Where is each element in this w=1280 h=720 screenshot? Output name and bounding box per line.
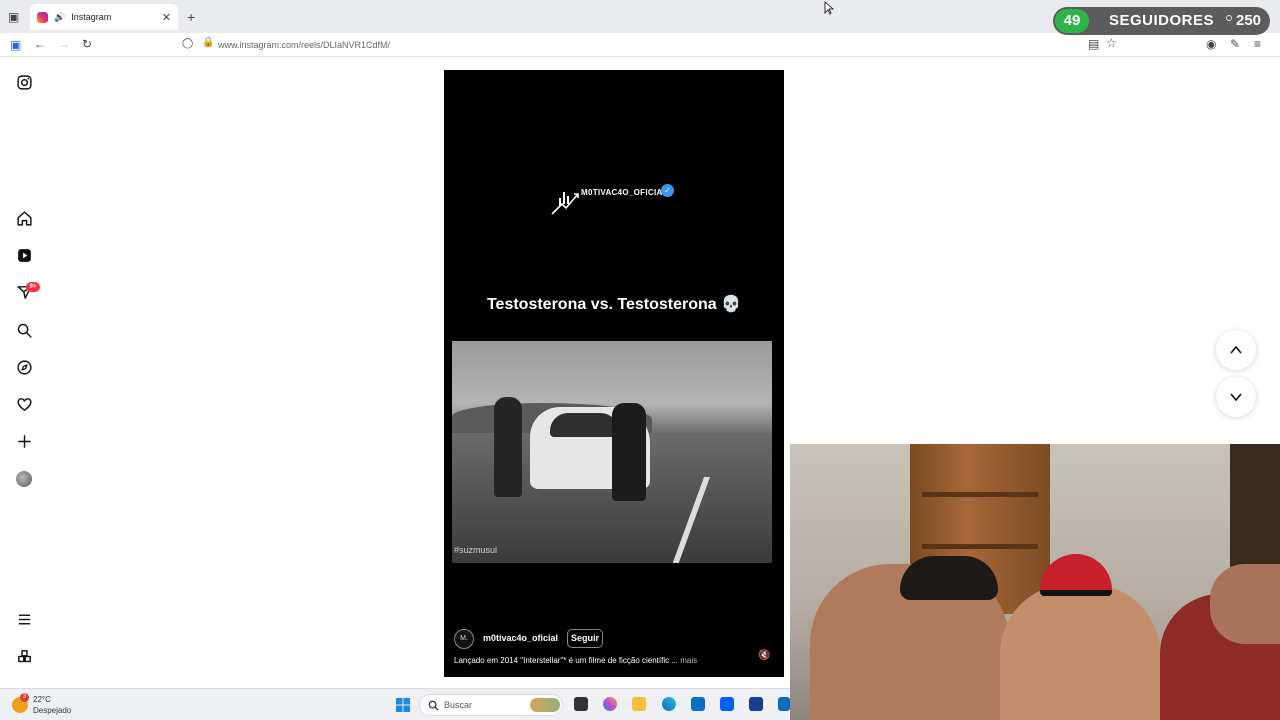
tab-actions-icon[interactable]: ▣: [8, 11, 19, 23]
back-icon[interactable]: ←: [34, 38, 46, 50]
create-icon[interactable]: [14, 431, 34, 451]
follow-button[interactable]: Seguir: [567, 629, 603, 648]
search-placeholder: Buscar: [444, 700, 473, 710]
chevron-down-icon: [1230, 393, 1242, 402]
speaker-icon[interactable]: 🔊: [54, 12, 65, 23]
webcam-person-right-face: [1210, 564, 1280, 644]
profile-icon[interactable]: ◉: [1206, 38, 1216, 50]
followers-count: 49: [1055, 9, 1089, 33]
reel-title: Testosterona vs. Testosterona 💀: [486, 296, 742, 313]
file-explorer-icon[interactable]: [632, 697, 646, 711]
install-app-icon[interactable]: ▤: [1088, 38, 1099, 50]
video-person-right: [612, 403, 646, 501]
dropbox-icon[interactable]: [720, 697, 734, 711]
followers-goal: 250: [1236, 12, 1262, 29]
taskbar-search-input[interactable]: Buscar: [419, 694, 563, 716]
next-reel-button[interactable]: [1216, 377, 1256, 417]
heart-icon[interactable]: [14, 394, 34, 414]
windows-taskbar: 3 22°C Despejado Buscar: [0, 688, 790, 720]
windows-start-icon[interactable]: [396, 698, 410, 712]
address-bar: ▣ ← → ↻ ◯ 🔒 www.instagram.com/reels/DLIa…: [0, 33, 1280, 57]
webcam-overlay: [790, 444, 1280, 720]
instagram-icon[interactable]: [14, 72, 34, 92]
video-car-window: [550, 413, 620, 437]
verified-icon: ✓: [661, 184, 674, 197]
explore-icon[interactable]: [14, 357, 34, 377]
search-icon[interactable]: [14, 320, 34, 340]
mute-icon[interactable]: 🔇: [758, 650, 770, 661]
tab-instagram[interactable]: 🔊 Instagram ✕: [30, 4, 178, 30]
shield-icon[interactable]: ◯: [182, 39, 193, 49]
reel-video-frame[interactable]: #suzmusul: [452, 341, 772, 563]
tab-title: Instagram: [71, 12, 112, 22]
reels-icon[interactable]: [14, 245, 34, 265]
followers-label: SEGUIDORES: [1109, 12, 1215, 29]
webcam-cap-icon: [1040, 554, 1112, 596]
new-tab-icon[interactable]: +: [187, 10, 195, 24]
video-watermark: #suzmusul: [454, 545, 498, 555]
task-view-icon[interactable]: [574, 697, 588, 711]
close-tab-icon[interactable]: ✕: [162, 11, 171, 24]
followers-counter-widget: 49 SEGUIDORES 250: [1053, 7, 1270, 35]
notification-badge: 9+: [26, 282, 40, 292]
weather-condition: Despejado: [33, 706, 72, 715]
home-icon[interactable]: [14, 208, 34, 228]
store-icon[interactable]: [691, 697, 705, 711]
browser-menu-icon[interactable]: ≡: [1254, 38, 1261, 50]
webcam-person-middle: [1000, 584, 1160, 720]
edge-icon[interactable]: [662, 697, 676, 711]
brand-logo-icon: [550, 186, 580, 221]
goal-dot-icon: [1226, 15, 1232, 21]
collections-icon[interactable]: ▣: [10, 39, 21, 51]
account-avatar[interactable]: M.: [454, 629, 474, 649]
more-apps-icon[interactable]: [14, 646, 34, 666]
search-icon: [428, 700, 439, 711]
reel-caption[interactable]: Lançado em 2014 "Interstellar"* é um fil…: [454, 656, 697, 665]
brand-text: M0TIVAC4O_OFICIAL: [581, 188, 668, 197]
b-app-icon[interactable]: [749, 697, 763, 711]
caption-more-link[interactable]: mais: [680, 656, 697, 665]
previous-reel-button[interactable]: [1216, 330, 1256, 370]
forward-icon[interactable]: →: [58, 38, 70, 50]
webcam-shelf: [922, 544, 1038, 549]
search-highlight-icon: [530, 698, 560, 712]
chevron-up-icon: [1230, 345, 1242, 354]
weather-badge: 3: [20, 693, 29, 702]
menu-icon[interactable]: [14, 609, 34, 629]
reel-player[interactable]: M0TIVAC4O_OFICIAL ✓ Testosterona vs. Tes…: [444, 70, 784, 677]
profile-avatar[interactable]: [16, 471, 32, 487]
weather-temperature: 22°C: [33, 695, 51, 704]
lock-icon[interactable]: 🔒: [202, 38, 214, 48]
outlook-icon[interactable]: [778, 697, 790, 711]
webcam-shelf: [922, 492, 1038, 497]
url-field[interactable]: www.instagram.com/reels/DLIaNVR1CdfM/: [218, 40, 390, 50]
reload-icon[interactable]: ↻: [82, 38, 92, 50]
favorite-star-icon[interactable]: ☆: [1106, 37, 1117, 49]
webcam-person-left-hair: [900, 556, 998, 600]
account-name[interactable]: m0tivac4o_oficial: [483, 633, 558, 643]
extensions-icon[interactable]: ✎: [1230, 38, 1240, 50]
instagram-favicon-icon: [37, 11, 48, 23]
copilot-icon[interactable]: [603, 697, 617, 711]
caption-text: Lançado em 2014 "Interstellar"* é um fil…: [454, 656, 679, 665]
video-person-left: [494, 397, 522, 497]
